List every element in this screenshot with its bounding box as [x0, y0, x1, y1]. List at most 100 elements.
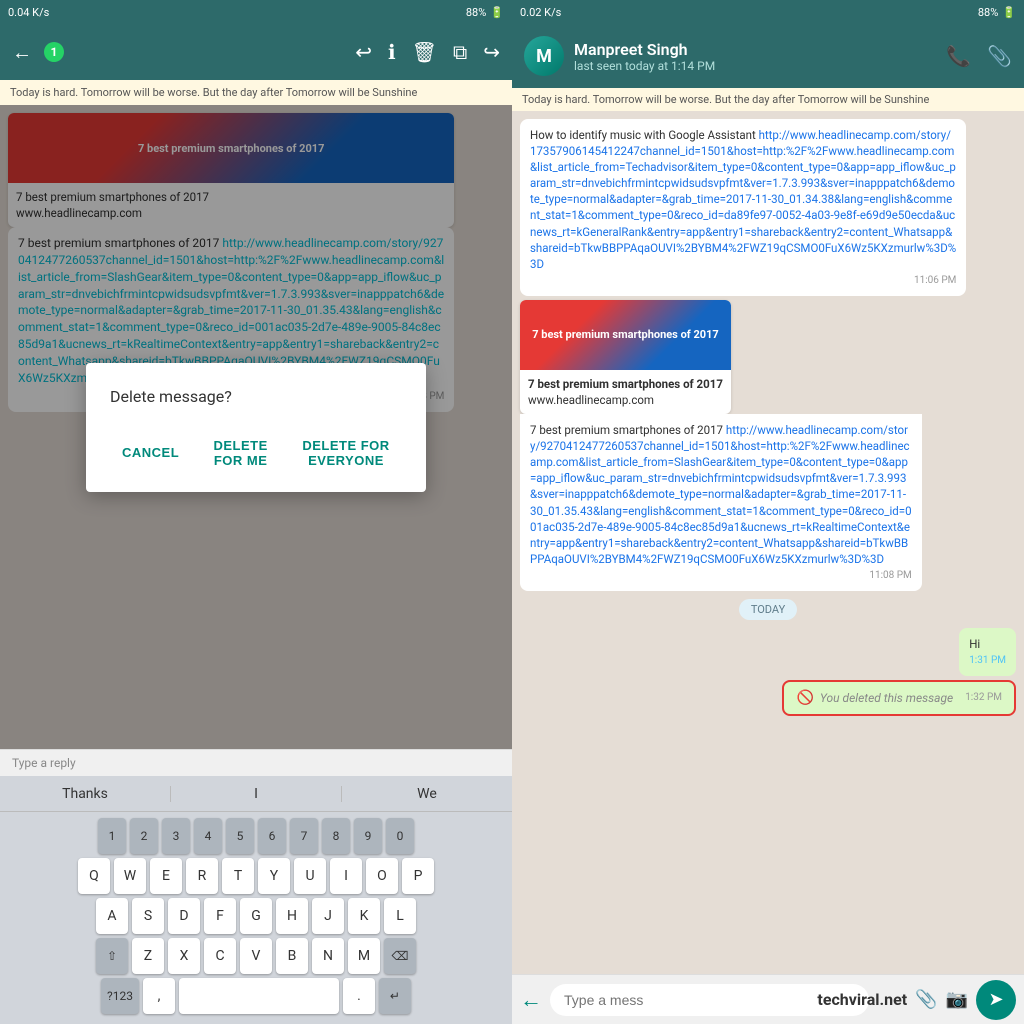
- link-preview-right: 7 best premium smartphones of 2017 7 bes…: [520, 300, 966, 591]
- key-t[interactable]: T: [222, 858, 254, 894]
- period-key[interactable]: .: [343, 978, 375, 1014]
- key-o[interactable]: O: [366, 858, 398, 894]
- key-7[interactable]: 7: [290, 818, 318, 854]
- deleted-message-container: 🚫 You deleted this message 1:32 PM: [782, 680, 1016, 716]
- forward-icon[interactable]: ↪: [483, 40, 500, 64]
- keyboard: 1 2 3 4 5 6 7 8 9 0 Q W E R T Y U I O P …: [0, 812, 512, 1024]
- suggestion-1[interactable]: Thanks: [0, 786, 171, 802]
- key-4[interactable]: 4: [194, 818, 222, 854]
- key-q[interactable]: Q: [78, 858, 110, 894]
- cancel-button[interactable]: CANCEL: [110, 430, 191, 476]
- key-s[interactable]: S: [132, 898, 164, 934]
- comma-key[interactable]: ,: [143, 978, 175, 1014]
- delete-dialog: Delete message? CANCEL DELETE FOR ME DEL…: [86, 363, 426, 492]
- marquee-banner-left: Today is hard. Tomorrow will be worse. B…: [0, 80, 512, 105]
- marquee-text-right: Today is hard. Tomorrow will be worse. B…: [522, 93, 929, 106]
- key-d[interactable]: D: [168, 898, 200, 934]
- zxcv-row: ⇧ Z X C V B N M ⌫: [4, 938, 508, 974]
- key-b[interactable]: B: [276, 938, 308, 974]
- deleted-icon: 🚫: [796, 690, 813, 706]
- back-button-left[interactable]: ←: [12, 40, 32, 65]
- key-2[interactable]: 2: [130, 818, 158, 854]
- suggestion-2[interactable]: I: [171, 786, 342, 802]
- key-v[interactable]: V: [240, 938, 272, 974]
- message-sent-hi: Hi 1:31 PM: [959, 628, 1016, 676]
- link-preview-img-right: 7 best premium smartphones of 2017: [520, 300, 731, 370]
- message-received-1: How to identify music with Google Assist…: [520, 119, 966, 296]
- battery-icon-right: 🔋: [1002, 6, 1016, 19]
- key-c[interactable]: C: [204, 938, 236, 974]
- header-right-actions: 📞 📎: [946, 44, 1012, 68]
- key-k[interactable]: K: [348, 898, 380, 934]
- key-w[interactable]: W: [114, 858, 146, 894]
- key-6[interactable]: 6: [258, 818, 286, 854]
- key-e[interactable]: E: [150, 858, 182, 894]
- msg-time-received-1: 11:06 PM: [530, 274, 956, 288]
- key-u[interactable]: U: [294, 858, 326, 894]
- key-5[interactable]: 5: [226, 818, 254, 854]
- key-3[interactable]: 3: [162, 818, 190, 854]
- num-key[interactable]: ?123: [101, 978, 139, 1014]
- key-r[interactable]: R: [186, 858, 218, 894]
- speed-right: 0.02 K/s: [520, 6, 561, 19]
- key-n[interactable]: N: [312, 938, 344, 974]
- reply-icon[interactable]: ↩: [355, 40, 372, 64]
- avatar: M: [524, 36, 564, 76]
- key-1[interactable]: 1: [98, 818, 126, 854]
- key-z[interactable]: Z: [132, 938, 164, 974]
- marquee-banner-right: Today is hard. Tomorrow will be worse. B…: [512, 88, 1024, 111]
- camera-btn-right[interactable]: 📷: [946, 989, 968, 1010]
- contact-info: Manpreet Singh last seen today at 1:14 P…: [574, 40, 936, 73]
- backspace-key[interactable]: ⌫: [384, 938, 416, 974]
- key-f[interactable]: F: [204, 898, 236, 934]
- key-l[interactable]: L: [384, 898, 416, 934]
- key-0[interactable]: 0: [386, 818, 414, 854]
- chat-messages-right: How to identify music with Google Assist…: [512, 111, 1024, 974]
- qwerty-row: Q W E R T Y U I O P: [4, 858, 508, 894]
- key-y[interactable]: Y: [258, 858, 290, 894]
- deleted-message-time: 1:32 PM: [965, 692, 1002, 703]
- dialog-actions: CANCEL DELETE FOR ME DELETE FOR EVERYONE: [110, 430, 402, 476]
- key-a[interactable]: A: [96, 898, 128, 934]
- delete-for-me-button[interactable]: DELETE FOR ME: [199, 430, 282, 476]
- key-m[interactable]: M: [348, 938, 380, 974]
- battery-left: 88%: [466, 6, 486, 19]
- delete-for-everyone-button[interactable]: DELETE FOR EVERYONE: [290, 430, 402, 476]
- send-button-right[interactable]: ➤: [976, 980, 1016, 1020]
- info-icon[interactable]: ℹ: [388, 40, 396, 64]
- asdf-row: A S D F G H J K L: [4, 898, 508, 934]
- number-key-row: 1 2 3 4 5 6 7 8 9 0: [4, 818, 508, 854]
- paperclip-icon[interactable]: 📎: [987, 44, 1012, 68]
- attachment-btn-right[interactable]: 📎: [915, 989, 937, 1010]
- key-x[interactable]: X: [168, 938, 200, 974]
- key-g[interactable]: G: [240, 898, 272, 934]
- message-received-2: 7 best premium smartphones of 2017 http:…: [520, 414, 922, 591]
- suggestion-3[interactable]: We: [342, 786, 512, 802]
- right-panel: 0.02 K/s 88% 🔋 M Manpreet Singh last see…: [512, 0, 1024, 1024]
- reply-bar-left: Type a reply: [0, 749, 512, 776]
- delete-icon[interactable]: 🗑: [412, 40, 437, 64]
- status-bar-right: 0.02 K/s 88% 🔋: [512, 0, 1024, 24]
- key-9[interactable]: 9: [354, 818, 382, 854]
- delete-dialog-overlay: Delete message? CANCEL DELETE FOR ME DEL…: [0, 105, 512, 749]
- copy-icon[interactable]: ⧉: [453, 40, 467, 64]
- msg-time-sent-hi: 1:31 PM: [969, 654, 1006, 668]
- left-panel: 0.04 K/s 88% 🔋 ← 1 ↩ ℹ 🗑 ⧉ ↪ Today is ha…: [0, 0, 512, 1024]
- msg-time-received-2: 11:08 PM: [530, 569, 912, 583]
- shift-key[interactable]: ⇧: [96, 938, 128, 974]
- key-j[interactable]: J: [312, 898, 344, 934]
- space-key[interactable]: [179, 978, 339, 1014]
- bottom-key-row: ?123 , . ↵: [4, 978, 508, 1014]
- key-8[interactable]: 8: [322, 818, 350, 854]
- header-actions-left: ↩ ℹ 🗑 ⧉ ↪: [355, 40, 500, 64]
- marquee-text-left: Today is hard. Tomorrow will be worse. B…: [10, 86, 417, 99]
- back-btn-right[interactable]: ←: [520, 987, 542, 1013]
- msg-text-received-2: 7 best premium smartphones of 2017: [530, 423, 723, 437]
- key-i[interactable]: I: [330, 858, 362, 894]
- key-h[interactable]: H: [276, 898, 308, 934]
- phone-icon[interactable]: 📞: [946, 44, 971, 68]
- reply-placeholder-left[interactable]: Type a reply: [12, 756, 76, 770]
- key-p[interactable]: P: [402, 858, 434, 894]
- date-divider: TODAY: [739, 599, 797, 620]
- enter-key[interactable]: ↵: [379, 978, 411, 1014]
